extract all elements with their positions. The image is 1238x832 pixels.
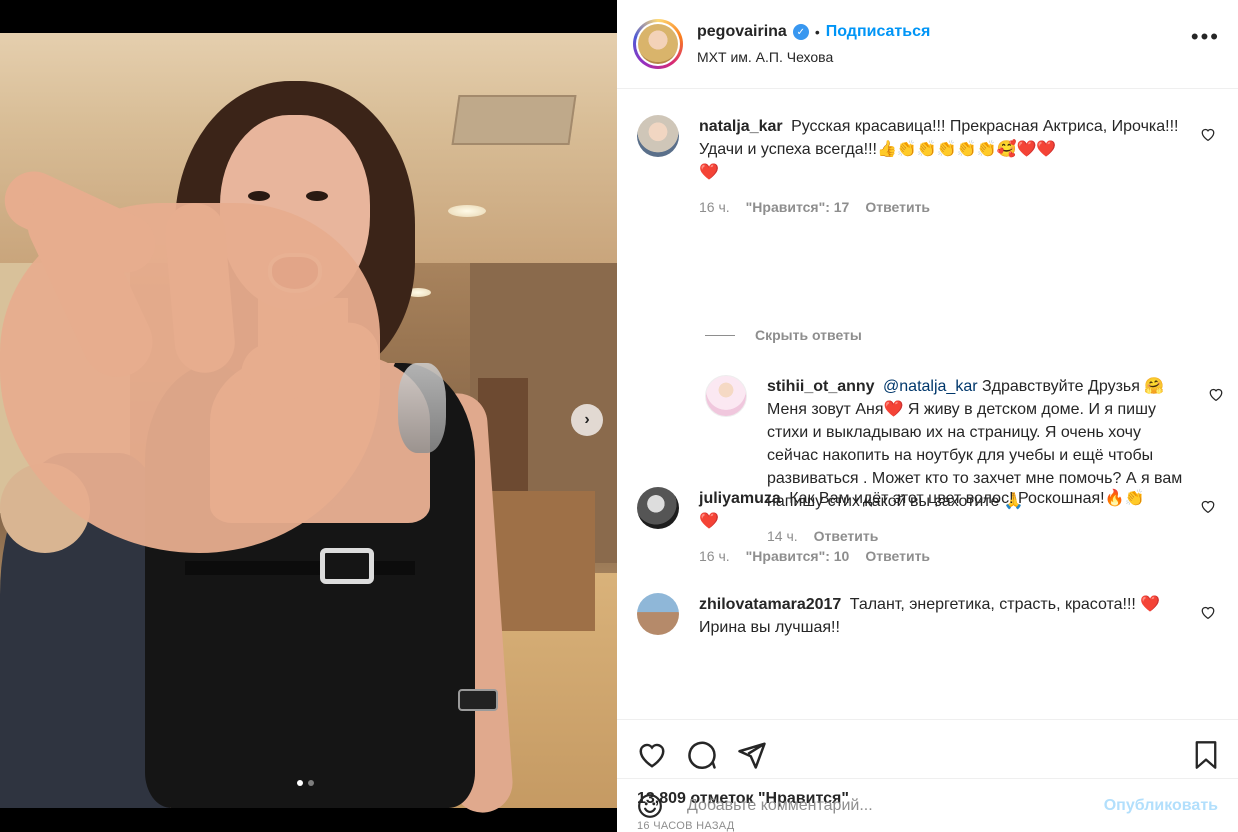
comments-list[interactable]: natalja_kar Русская красавица!!! Прекрас… (617, 89, 1238, 719)
add-comment-bar: Опубликовать (617, 778, 1238, 832)
comment-username[interactable]: natalja_kar (699, 118, 783, 135)
separator: • (814, 24, 820, 40)
comment-mention[interactable]: @natalja_kar (883, 378, 978, 395)
carousel-next-button[interactable]: › (571, 404, 603, 436)
commenter-avatar[interactable] (637, 487, 679, 529)
share-icon[interactable] (737, 740, 767, 770)
carousel-dot (308, 780, 314, 786)
comment-likes-count[interactable]: "Нравится": 10 (746, 545, 850, 568)
commenter-avatar[interactable] (637, 115, 679, 157)
author-username[interactable]: pegovairina (697, 23, 787, 41)
comment-reply-button[interactable]: Ответить (865, 545, 930, 568)
publish-button[interactable]: Опубликовать (1104, 797, 1218, 815)
comment-time: 16 ч. (699, 199, 730, 215)
comment-username[interactable]: zhilovatamara2017 (699, 596, 841, 613)
comment-text: Как Вам идёт этот цвет волос! Роскошная!… (789, 490, 1145, 507)
post-header: pegovairina ✓ • Подписаться МХТ им. А.П.… (617, 0, 1238, 89)
comment-text-tail: Ирина вы лучшая!! (699, 619, 840, 636)
commenter-avatar[interactable] (705, 375, 747, 417)
hide-replies-button[interactable]: Скрыть ответы (705, 327, 862, 343)
follow-button[interactable]: Подписаться (826, 23, 931, 41)
comment-username[interactable]: juliyamuza (699, 490, 781, 507)
carousel-indicator (297, 780, 314, 786)
post-photo: › (0, 0, 617, 832)
comment-reply-button[interactable]: Ответить (865, 196, 930, 219)
comment-input[interactable] (687, 796, 1104, 815)
verified-badge-icon: ✓ (792, 24, 809, 40)
comment-item: zhilovatamara2017 Талант, энергетика, ст… (637, 593, 1222, 639)
chevron-right-icon: › (584, 411, 590, 428)
photo-scene (0, 33, 617, 815)
comment-item: natalja_kar Русская красавица!!! Прекрас… (637, 115, 1222, 219)
heart-icon[interactable] (637, 740, 667, 770)
comment-like-heart-icon[interactable] (1208, 387, 1224, 401)
comment-text-tail: ❤️ (699, 513, 719, 530)
comment-like-heart-icon[interactable] (1200, 499, 1216, 513)
comment-likes-count[interactable]: "Нравится": 17 (746, 196, 850, 219)
post-location[interactable]: МХТ им. А.П. Чехова (697, 49, 930, 65)
comment-like-heart-icon[interactable] (1200, 127, 1216, 141)
carousel-dot-active (297, 780, 303, 786)
emoji-icon[interactable] (637, 793, 663, 819)
hide-replies-label: Скрыть ответы (755, 327, 862, 343)
replies-divider (705, 334, 735, 336)
comment-username[interactable]: stihii_ot_anny (767, 378, 875, 395)
comment-time: 16 ч. (699, 548, 730, 564)
comment-icon[interactable] (687, 740, 717, 770)
comment-like-heart-icon[interactable] (1200, 605, 1216, 619)
comment-text-tail: ❤️ (699, 164, 719, 181)
comment-item: juliyamuza Как Вам идёт этот цвет волос!… (637, 487, 1222, 568)
author-avatar[interactable] (633, 19, 683, 69)
commenter-avatar[interactable] (637, 593, 679, 635)
more-horizontal-icon[interactable]: ••• (1191, 26, 1220, 48)
comment-text: Талант, энергетика, страсть, красота!!! … (849, 596, 1161, 613)
bookmark-icon[interactable] (1192, 740, 1220, 770)
post-side-panel: pegovairina ✓ • Подписаться МХТ им. А.П.… (617, 0, 1238, 832)
